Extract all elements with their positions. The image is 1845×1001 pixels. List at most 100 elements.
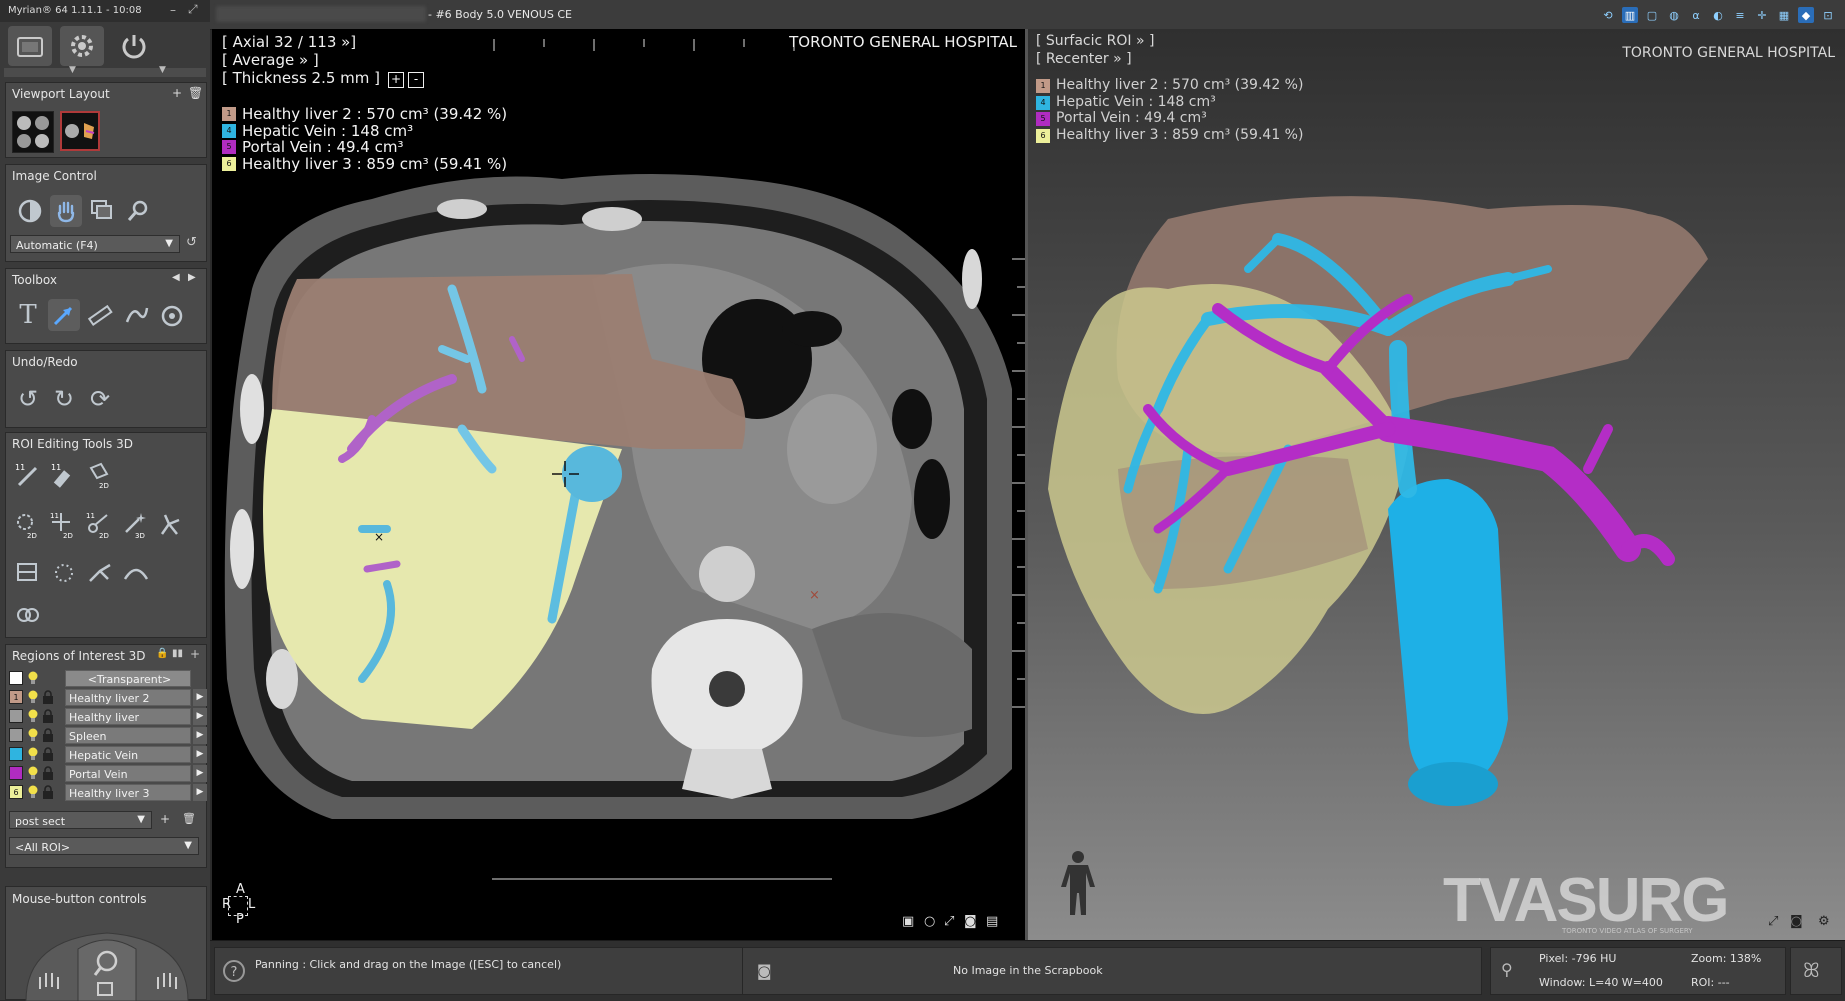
roi-list-item[interactable]: 6 Healthy liver 3 ▶ — [9, 784, 207, 802]
chevron-right-icon[interactable]: ▶ — [188, 272, 196, 283]
roi-list-item[interactable]: Spleen ▶ — [9, 727, 207, 745]
layout-icon[interactable]: ▥ — [1622, 7, 1638, 23]
roi-list-item[interactable]: 1 Healthy liver 2 ▶ — [9, 689, 207, 707]
crosshair-icon[interactable]: ✛ — [1754, 7, 1770, 23]
vessel-tool[interactable] — [156, 509, 188, 541]
roi-color-swatch[interactable]: 6 — [9, 785, 23, 799]
grid-icon[interactable]: ▦ — [1776, 7, 1792, 23]
eraser-3d-tool[interactable]: 11 — [48, 459, 80, 491]
add-icon[interactable]: + — [160, 812, 170, 826]
camera-icon[interactable]: ◙ — [757, 962, 772, 980]
expand-arrow-icon[interactable]: ▶ — [193, 708, 207, 725]
trash-icon[interactable]: 🗑 — [182, 812, 196, 825]
thickness-plus-button[interactable]: + — [388, 72, 404, 88]
histogram-icon[interactable]: ▮▮ — [172, 648, 183, 659]
recenter-button[interactable]: [ Recenter » ] — [1036, 51, 1132, 67]
roi-list-item[interactable]: Hepatic Vein ▶ — [9, 746, 207, 764]
roi-list-item[interactable]: Portal Vein ▶ — [9, 765, 207, 783]
minimize-icon[interactable]: – — [170, 3, 176, 17]
crop-icon[interactable]: ▢ — [1644, 7, 1660, 23]
arrow-tool[interactable] — [48, 299, 80, 331]
lock-icon[interactable] — [42, 747, 54, 761]
magic-3d-tool[interactable]: 3D — [120, 509, 152, 541]
surface-tool[interactable] — [120, 557, 152, 589]
layout-thumbnail-dual[interactable] — [60, 111, 100, 151]
fullscreen-icon[interactable]: ⤢ — [1768, 914, 1778, 929]
save-icon[interactable]: ▣ — [902, 914, 914, 929]
power-button[interactable] — [112, 26, 156, 66]
visibility-bulb-icon[interactable] — [27, 785, 39, 799]
window-preset-select[interactable]: Automatic (F4) ▼ — [10, 235, 180, 253]
lock-icon[interactable] — [42, 785, 54, 799]
stack-tool[interactable] — [86, 195, 118, 227]
window-level-tool[interactable] — [14, 195, 46, 227]
move-2d-tool[interactable]: 11 2D — [48, 509, 80, 541]
align-icon[interactable]: ≡ — [1732, 7, 1748, 23]
lock-icon[interactable] — [42, 690, 54, 704]
pan-tool[interactable] — [50, 195, 82, 227]
roi-color-swatch[interactable] — [9, 709, 23, 723]
projection-mode[interactable]: [ Average » ] — [222, 51, 319, 69]
roi-color-swatch[interactable] — [9, 671, 23, 685]
history-button[interactable]: ⟳ — [84, 383, 116, 415]
help-icon[interactable]: ? — [223, 960, 245, 982]
record-icon[interactable]: ○ — [924, 914, 935, 929]
roi-filter-select[interactable]: <All ROI> ▼ — [9, 837, 199, 855]
fullscreen-icon[interactable]: ⤢ — [944, 914, 954, 929]
expand-arrow-icon[interactable]: ▶ — [193, 727, 207, 744]
add-icon[interactable]: + — [172, 86, 182, 100]
thickness-minus-button[interactable]: - — [408, 72, 424, 88]
chevron-left-icon[interactable]: ◀ — [172, 272, 180, 283]
brush-3d-tool[interactable]: 11 — [12, 459, 44, 491]
visibility-bulb-icon[interactable] — [27, 671, 39, 685]
butterfly-icon[interactable]: ꕤ — [1803, 958, 1820, 982]
trash-icon[interactable]: 🗑 — [188, 86, 203, 100]
layout-thumbnail-quad[interactable] — [12, 111, 54, 153]
expand-arrow-icon[interactable]: ▶ — [193, 765, 207, 782]
maximize-icon[interactable]: ⊡ — [1820, 7, 1836, 23]
contrast-icon[interactable]: ◐ — [1710, 7, 1726, 23]
ruler-tool[interactable] — [84, 299, 116, 331]
undo-button[interactable]: ↺ — [12, 383, 44, 415]
camera-icon[interactable]: ◙ — [964, 914, 977, 929]
roi-color-swatch[interactable] — [9, 766, 23, 780]
roi-tool[interactable] — [156, 299, 188, 331]
reset-icon[interactable]: ↺ — [186, 235, 197, 250]
visibility-bulb-icon[interactable] — [27, 766, 39, 780]
lock-icon[interactable]: 🔒 — [156, 648, 168, 659]
add-icon[interactable]: + — [190, 647, 200, 661]
text-tool[interactable]: T — [12, 299, 44, 331]
smooth-tool[interactable] — [48, 557, 80, 589]
palette-icon[interactable]: ◍ — [1666, 7, 1682, 23]
branch-tool[interactable] — [84, 557, 116, 589]
zoom-tool[interactable] — [122, 195, 154, 227]
collapse-bar[interactable]: ▼ ▼ — [4, 65, 206, 77]
fill-2d-tool[interactable]: 2D — [84, 459, 116, 491]
snapshot-icon[interactable]: ▤ — [986, 914, 998, 929]
roi-list-item[interactable]: Healthy liver ▶ — [9, 708, 207, 726]
expand-arrow-icon[interactable]: ▶ — [193, 784, 207, 801]
cut-2d-tool[interactable]: 11 2D — [84, 509, 116, 541]
split-tool[interactable] — [12, 557, 44, 589]
lock-icon[interactable] — [42, 766, 54, 780]
roi-set-select[interactable]: post sect ▼ — [9, 811, 152, 829]
redo-button[interactable]: ↻ — [48, 383, 80, 415]
pin-icon[interactable]: ⤢ — [188, 2, 198, 17]
camera-icon[interactable]: ◙ — [1790, 914, 1803, 929]
visibility-bulb-icon[interactable] — [27, 747, 39, 761]
alpha-icon[interactable]: α — [1688, 7, 1704, 23]
expand-arrow-icon[interactable]: ▶ — [193, 746, 207, 763]
slice-indicator[interactable]: [ Axial 32 / 113 »] — [222, 33, 356, 51]
freehand-tool[interactable] — [120, 299, 152, 331]
chat-icon[interactable]: ◆ — [1798, 7, 1814, 23]
studies-button[interactable] — [8, 26, 52, 66]
axial-viewport[interactable]: × × [ Axial 32 / 113 »] [ Average » ] [ … — [212, 29, 1025, 940]
visibility-bulb-icon[interactable] — [27, 690, 39, 704]
volume-viewport[interactable]: [ Surfacic ROI » ] [ Recenter » ] TORONT… — [1028, 29, 1845, 940]
roi-color-swatch[interactable] — [9, 747, 23, 761]
lock-icon[interactable] — [42, 728, 54, 742]
grow-2d-tool[interactable]: 2D — [12, 509, 44, 541]
sync-icon[interactable]: ⟲ — [1600, 7, 1616, 23]
visibility-bulb-icon[interactable] — [27, 709, 39, 723]
roi-color-swatch[interactable] — [9, 728, 23, 742]
